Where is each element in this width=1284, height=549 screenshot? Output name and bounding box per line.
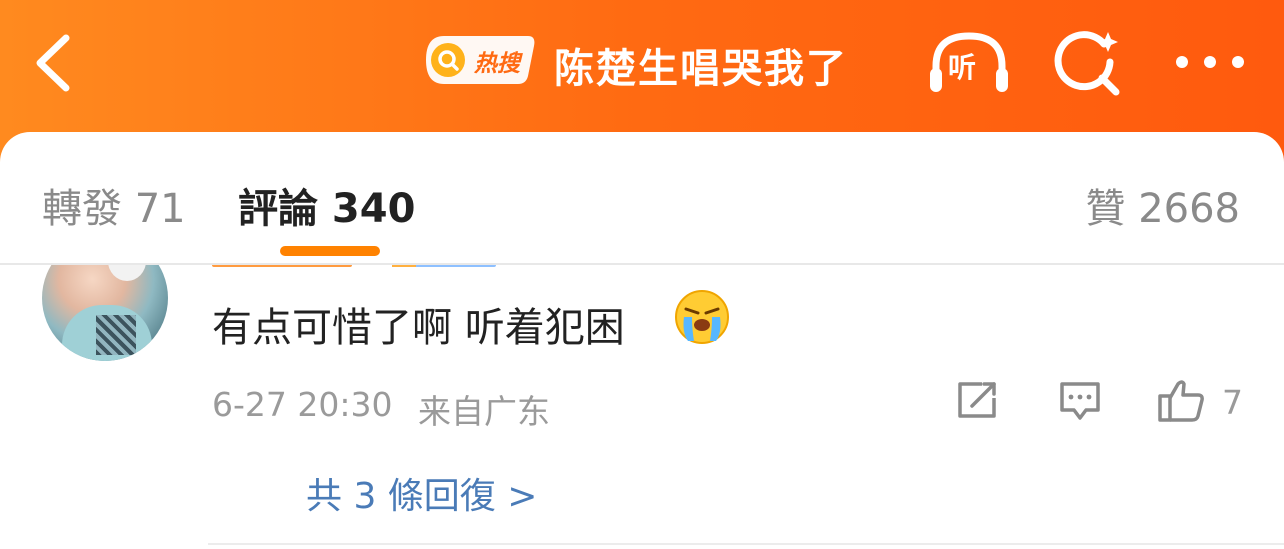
content-panel: 轉發 71 評論 340 贊 2668 有点可惜了啊 听着犯困 6-27 20:…	[0, 132, 1284, 549]
repost-button[interactable]	[956, 380, 1000, 424]
tab-bar: 轉發 71 評論 340 贊 2668	[0, 132, 1284, 262]
tab-comments[interactable]: 評論 340	[238, 176, 415, 234]
comment-text: 有点可惜了啊 听着犯困	[212, 305, 625, 351]
more-button[interactable]	[1170, 46, 1250, 78]
search-button[interactable]	[1054, 28, 1124, 98]
search-icon	[1054, 31, 1120, 96]
username-clipped[interactable]	[212, 265, 352, 267]
user-badge-clipped	[392, 265, 496, 267]
share-icon	[958, 382, 996, 418]
reply-button[interactable]	[1058, 380, 1102, 426]
active-tab-indicator	[280, 246, 380, 256]
comment-divider	[208, 543, 1284, 545]
comment-location: 来自广东	[418, 392, 550, 431]
listen-button[interactable]: 听	[926, 30, 1012, 96]
hot-topic-title[interactable]: 陈楚生唱哭我了	[554, 36, 848, 94]
like-count: 7	[1222, 383, 1243, 422]
listen-label: 听	[948, 51, 977, 84]
tab-reposts[interactable]: 轉發 71	[42, 176, 186, 234]
more-dots-icon	[1176, 56, 1244, 68]
chevron-left-icon	[36, 34, 70, 92]
crying-face-icon	[675, 290, 729, 344]
hot-search-badge[interactable]: 热搜	[424, 34, 536, 86]
tab-likes[interactable]: 贊 2668	[1085, 176, 1240, 234]
comment-bubble-icon	[1060, 382, 1100, 420]
thumbs-up-icon	[1158, 380, 1204, 422]
avatar[interactable]	[42, 265, 168, 361]
like-button[interactable]	[1156, 378, 1206, 428]
comment-timestamp: 6-27 20:30	[212, 385, 393, 424]
view-replies-link[interactable]: 共 3 條回復 >	[306, 467, 537, 519]
hot-search-label: 热搜	[474, 51, 520, 77]
back-button[interactable]	[28, 30, 84, 96]
